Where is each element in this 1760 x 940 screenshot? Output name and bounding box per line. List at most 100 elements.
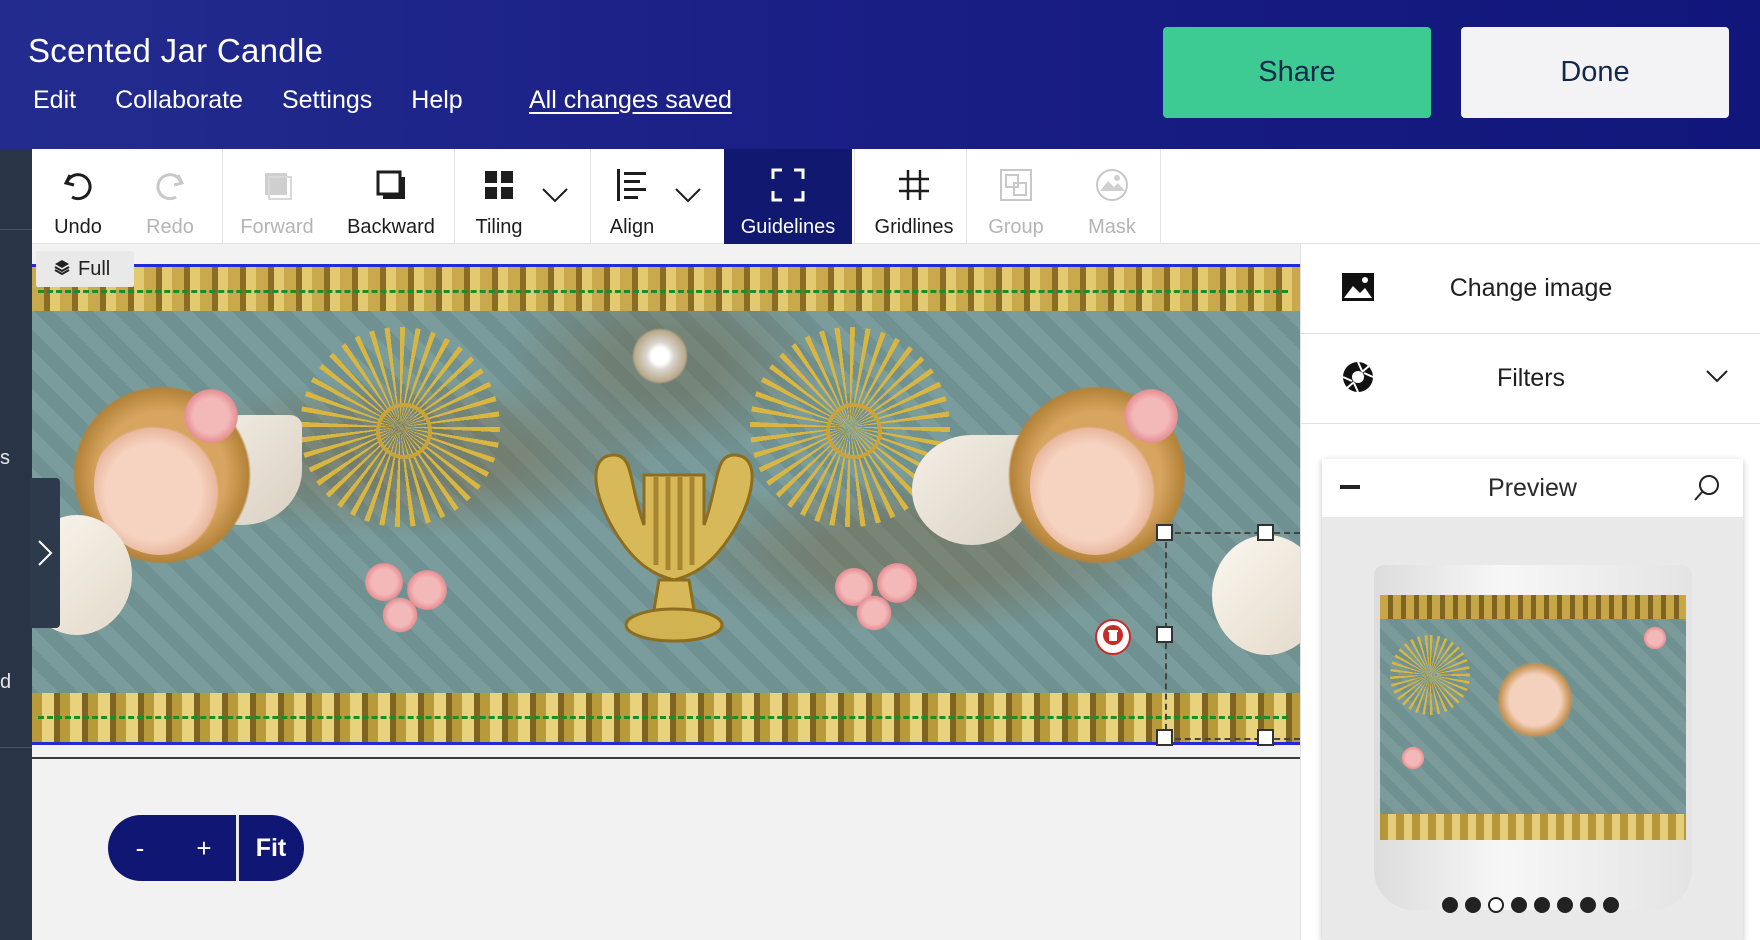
trash-icon	[1102, 624, 1124, 651]
layer-mode-badge[interactable]: Full	[36, 251, 134, 287]
gridlines-label: Gridlines	[874, 216, 954, 238]
backward-button[interactable]: Backward	[332, 149, 450, 244]
preview-title: Preview	[1488, 473, 1577, 502]
group-icon	[998, 163, 1034, 207]
bleed-line-top	[32, 264, 1300, 267]
image-icon	[1341, 270, 1375, 309]
mask-label: Mask	[1088, 216, 1136, 238]
sidebar-divider	[0, 747, 32, 748]
resize-handle[interactable]	[1156, 524, 1173, 541]
change-image-row[interactable]: Change image	[1301, 244, 1760, 334]
backward-label: Backward	[347, 216, 435, 238]
align-left-icon	[615, 163, 649, 207]
guidelines-button[interactable]: Guidelines	[724, 149, 852, 244]
toolbar-separator	[590, 149, 591, 244]
resize-handle[interactable]	[1257, 729, 1274, 746]
toolbar-separator	[966, 149, 967, 244]
tiling-button[interactable]: Tiling	[456, 149, 596, 244]
gold-border-bottom	[32, 693, 1300, 745]
tiling-icon	[483, 163, 515, 207]
guidelines-label: Guidelines	[740, 216, 836, 238]
menu-edit[interactable]: Edit	[33, 86, 76, 115]
carousel-dot[interactable]	[1511, 897, 1527, 913]
carousel-dot[interactable]	[1442, 897, 1458, 913]
editing-toolbar: Undo Redo Forward Backward Tiling Align …	[32, 149, 1760, 244]
toolbar-separator	[222, 149, 223, 244]
carousel-dot[interactable]	[1603, 897, 1619, 913]
group-button[interactable]: Group	[968, 149, 1064, 244]
aperture-filter-icon	[1341, 360, 1375, 399]
zoom-preview-icon[interactable]	[1692, 473, 1722, 508]
sidebar-text-fragment: d	[0, 671, 12, 693]
chevron-right-icon	[36, 538, 54, 573]
menu-help[interactable]: Help	[411, 86, 462, 115]
preview-cherub	[1490, 655, 1580, 745]
product-preview-window: Preview	[1322, 459, 1743, 940]
collapse-preview-button[interactable]	[1340, 485, 1360, 489]
carousel-dot[interactable]	[1465, 897, 1481, 913]
carousel-dot[interactable]	[1580, 897, 1596, 913]
preview-header: Preview	[1322, 459, 1743, 517]
resize-handle[interactable]	[1156, 729, 1173, 746]
rose	[854, 593, 894, 633]
zoom-in-button[interactable]: +	[172, 833, 236, 864]
done-button[interactable]: Done	[1461, 27, 1729, 118]
safe-area-guide-top	[38, 290, 1288, 293]
carousel-dot[interactable]	[1488, 897, 1504, 913]
redo-icon	[152, 163, 188, 207]
selection-edge	[1165, 532, 1300, 534]
preview-border-top	[1380, 595, 1686, 619]
preview-rose	[1642, 625, 1668, 651]
carousel-dot[interactable]	[1534, 897, 1550, 913]
guidelines-icon	[770, 163, 806, 207]
layers-icon	[54, 258, 70, 281]
app-header: Scented Jar Candle Edit Collaborate Sett…	[0, 0, 1760, 149]
sidebar-text-fragment: s	[0, 447, 10, 469]
undo-label: Undo	[54, 216, 102, 238]
redo-label: Redo	[146, 216, 194, 238]
mask-icon	[1094, 163, 1130, 207]
gridlines-button[interactable]: Gridlines	[854, 149, 974, 244]
menu-settings[interactable]: Settings	[282, 86, 372, 115]
rose	[380, 595, 420, 635]
menu-collaborate[interactable]: Collaborate	[115, 86, 243, 115]
toolbar-separator	[1160, 149, 1161, 244]
bleed-line-bottom	[32, 742, 1300, 745]
resize-handle[interactable]	[1156, 626, 1173, 643]
selection-edge	[1165, 738, 1300, 740]
expand-sidebar-tab[interactable]	[30, 478, 60, 628]
align-button[interactable]: Align	[592, 149, 732, 244]
grid-icon	[897, 163, 931, 207]
redo-button[interactable]: Redo	[124, 149, 216, 244]
menu-bar: Edit Collaborate Settings Help	[33, 86, 502, 115]
share-button[interactable]: Share	[1163, 27, 1431, 118]
preview-carousel-dots	[1442, 897, 1619, 913]
forward-button[interactable]: Forward	[226, 149, 328, 244]
carousel-dot[interactable]	[1557, 897, 1573, 913]
canvas-edge	[32, 757, 1300, 759]
bring-forward-icon	[259, 163, 295, 207]
tiling-dropdown-chevron-icon[interactable]	[540, 185, 570, 210]
jewel-ornament	[627, 323, 693, 389]
golden-lyre	[584, 415, 764, 650]
save-status-link[interactable]: All changes saved	[529, 86, 732, 115]
editor-window: Scented Jar Candle Edit Collaborate Sett…	[0, 0, 1760, 940]
zoom-fit-button[interactable]: Fit	[239, 834, 303, 863]
gold-sunburst	[300, 327, 500, 527]
filters-row[interactable]: Filters	[1301, 334, 1760, 424]
safe-area-guide-bottom	[38, 716, 1288, 719]
preview-rose	[1400, 745, 1426, 771]
gold-border-top	[32, 265, 1300, 311]
zoom-control: - + Fit	[108, 815, 304, 881]
undo-button[interactable]: Undo	[32, 149, 124, 244]
zoom-out-button[interactable]: -	[108, 833, 172, 864]
resize-handle[interactable]	[1257, 524, 1274, 541]
document-title: Scented Jar Candle	[28, 32, 324, 69]
pink-flower	[1120, 385, 1182, 447]
delete-element-button[interactable]	[1095, 619, 1131, 655]
send-backward-icon	[373, 163, 409, 207]
preview-border-bottom	[1380, 814, 1686, 840]
preview-sunburst	[1390, 635, 1470, 715]
align-dropdown-chevron-icon[interactable]	[673, 185, 703, 210]
mask-button[interactable]: Mask	[1064, 149, 1160, 244]
